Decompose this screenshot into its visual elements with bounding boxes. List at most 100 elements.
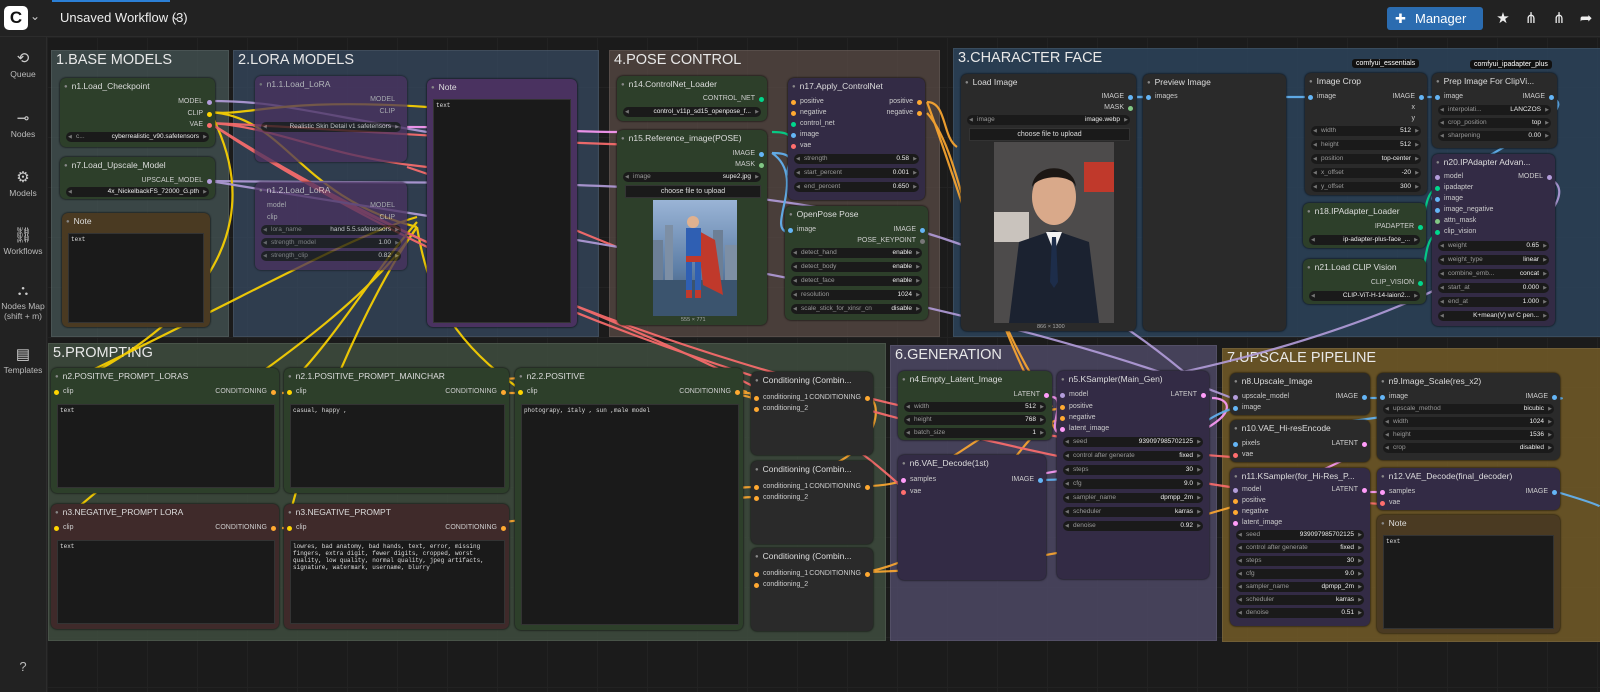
output-dot[interactable] — [759, 152, 764, 157]
output-mask[interactable]: MASK — [735, 161, 755, 168]
input-dot[interactable] — [518, 390, 523, 395]
input-dot[interactable] — [1146, 95, 1151, 100]
control-after-generate-widget[interactable]: control after generate fixed — [1063, 451, 1203, 461]
crop-position-widget[interactable]: crop_position top — [1438, 118, 1551, 128]
input-dot[interactable] — [1233, 406, 1238, 411]
node-controlnet-loader[interactable]: n14.ControlNet_Loader CONTROL_NET contro… — [617, 76, 767, 121]
input-dot[interactable] — [287, 526, 292, 531]
output-clip[interactable]: CLIP — [379, 108, 395, 115]
output-ipadapter[interactable]: IPADAPTER — [1375, 223, 1414, 230]
node-load-lora-1[interactable]: n1.1.Load_LoRA MODEL CLIP Realistic Skin… — [255, 76, 407, 162]
node-vae-hires-encode[interactable]: n10.VAE_Hi-resEncode pixels LATENT vae — [1230, 420, 1370, 462]
height-widget[interactable]: height 1536 — [1383, 430, 1554, 440]
comfy-logo-icon[interactable]: C — [4, 6, 28, 30]
output-image[interactable]: IMAGE — [1101, 93, 1124, 100]
lora-name-widget[interactable]: lora_name hand 5.5.safetensors — [261, 225, 401, 235]
input-conditioning-2[interactable]: conditioning_2 — [763, 581, 808, 588]
output-dot[interactable] — [865, 485, 870, 490]
input-dot[interactable] — [791, 144, 796, 149]
input-dot[interactable] — [788, 228, 793, 233]
output-model-dot[interactable] — [207, 100, 212, 105]
output-dot[interactable] — [1547, 175, 1552, 180]
embeds-scaling-widget[interactable]: K+mean(V) w/ C pen... — [1438, 311, 1549, 321]
control-after-generate-widget[interactable]: control after generate fixed — [1236, 543, 1364, 553]
input-negative[interactable]: negative — [1242, 508, 1268, 515]
node-note-3[interactable]: Note text — [1377, 515, 1560, 633]
crop-widget[interactable]: crop disabled — [1383, 443, 1554, 453]
share-icon[interactable]: ➦ — [1573, 8, 1599, 30]
node-ksampler-main[interactable]: n5.KSampler(Main_Gen) LATENT model posit… — [1057, 371, 1209, 579]
note-textarea[interactable]: text — [68, 233, 204, 323]
input-dot[interactable] — [1233, 510, 1238, 515]
start-at-widget[interactable]: start_at 0.000 — [1438, 283, 1549, 293]
input-dot[interactable] — [1233, 442, 1238, 447]
input-dot[interactable] — [1380, 490, 1385, 495]
output-dot[interactable] — [1549, 95, 1554, 100]
output-dot[interactable] — [1418, 281, 1423, 286]
input-dot[interactable] — [287, 390, 292, 395]
node-vae-decode-final[interactable]: n12.VAE_Decode(final_decoder) samples IM… — [1377, 468, 1560, 510]
node-vae-decode-1st[interactable]: n6.VAE_Decode(1st) samples IMAGE vae — [898, 455, 1046, 580]
node-load-upscale-model[interactable]: n7.Load_Upscale_Model UPSCALE_MODEL 4x_N… — [60, 157, 215, 199]
output-control-net[interactable]: CONTROL_NET — [703, 95, 755, 102]
input-dot[interactable] — [1233, 488, 1238, 493]
output-conditioning[interactable]: CONDITIONING — [809, 483, 861, 490]
denoise-widget[interactable]: denoise 0.92 — [1063, 521, 1203, 531]
node-negative-prompt-lora[interactable]: n3.NEGATIVE_PROMPT LORA clip CONDITIONIN… — [51, 504, 279, 629]
node-library-icon[interactable]: ⋔ — [1518, 8, 1544, 30]
output-dot[interactable] — [917, 111, 922, 116]
prompt-textarea[interactable]: casual, happy , — [290, 404, 505, 488]
input-clip[interactable]: clip — [63, 388, 74, 395]
input-dot[interactable] — [901, 478, 906, 483]
input-dot[interactable] — [1308, 95, 1313, 100]
node-empty-latent-image[interactable]: n4.Empty_Latent_Image LATENT width 512 he… — [898, 371, 1052, 440]
input-image[interactable]: image — [1317, 93, 1336, 100]
input-clip[interactable]: clip — [296, 524, 307, 531]
steps-widget[interactable]: steps 30 — [1236, 556, 1364, 566]
input-dot[interactable] — [791, 100, 796, 105]
output-dot[interactable] — [1128, 106, 1133, 111]
sampler-name-widget[interactable]: sampler_name dpmpp_2m — [1236, 582, 1364, 592]
cfg-widget[interactable]: cfg 9.0 — [1063, 479, 1203, 489]
output-image[interactable]: IMAGE — [1522, 93, 1545, 100]
input-vae[interactable]: vae — [800, 142, 811, 149]
output-image[interactable]: IMAGE — [1392, 93, 1415, 100]
output-positive[interactable]: positive — [889, 98, 913, 105]
input-image[interactable]: image — [1444, 195, 1463, 202]
output-latent[interactable]: LATENT — [1332, 440, 1358, 447]
y-offset-widget[interactable]: y_offset 300 — [1311, 182, 1421, 192]
lora-name-widget[interactable]: Realistic Skin Detail v1 safetensors — [261, 122, 401, 132]
clip-name-widget[interactable]: CLIP-ViT-H-14-laion2... — [1309, 291, 1420, 301]
input-dot[interactable] — [1060, 416, 1065, 421]
sidebar-item-workflows[interactable]: ⛓ Workflows — [0, 226, 46, 256]
cfg-widget[interactable]: cfg 9.0 — [1236, 569, 1364, 579]
input-conditioning-1[interactable]: conditioning_1 — [763, 394, 808, 401]
input-dot[interactable] — [1380, 501, 1385, 506]
node-note-1[interactable]: Note text — [62, 213, 210, 327]
input-dot[interactable] — [754, 407, 759, 412]
graph-canvas[interactable]: 1.BASE MODELS 2.LORA MODELS 4.POSE CONTR… — [47, 37, 1600, 692]
output-clip-vision[interactable]: CLIP_VISION — [1371, 279, 1414, 286]
model-library-icon[interactable]: ⋔ — [1546, 8, 1572, 30]
prompt-textarea[interactable]: lowres, bad anatomy, bad hands, text, er… — [290, 540, 505, 624]
node-positive[interactable]: n2.2.POSITIVE clip CONDITIONING photogra… — [515, 368, 743, 630]
output-dot[interactable] — [207, 179, 212, 184]
ckpt-name-widget[interactable]: c... cyberrealistic_v90.safetensors — [66, 132, 209, 142]
input-clip[interactable]: clip — [63, 524, 74, 531]
output-dot[interactable] — [1362, 442, 1367, 447]
input-positive[interactable]: positive — [1069, 403, 1093, 410]
output-conditioning[interactable]: CONDITIONING — [445, 388, 497, 395]
input-image[interactable]: image — [1444, 93, 1463, 100]
input-dot[interactable] — [1435, 95, 1440, 100]
output-clip[interactable]: CLIP — [379, 214, 395, 221]
output-image[interactable]: IMAGE — [1525, 393, 1548, 400]
input-upscale-model[interactable]: upscale_model — [1242, 393, 1289, 400]
sharpening-widget[interactable]: sharpening 0.00 — [1438, 131, 1551, 141]
upload-button[interactable]: choose file to upload — [969, 128, 1130, 141]
output-latent[interactable]: LATENT — [1171, 391, 1197, 398]
input-samples[interactable]: samples — [910, 476, 936, 483]
output-dot[interactable] — [1552, 490, 1557, 495]
input-negative[interactable]: negative — [800, 109, 826, 116]
input-positive[interactable]: positive — [1242, 497, 1266, 504]
node-openpose[interactable]: OpenPose Pose image IMAGE POSE_KEYPOINT … — [785, 206, 928, 320]
